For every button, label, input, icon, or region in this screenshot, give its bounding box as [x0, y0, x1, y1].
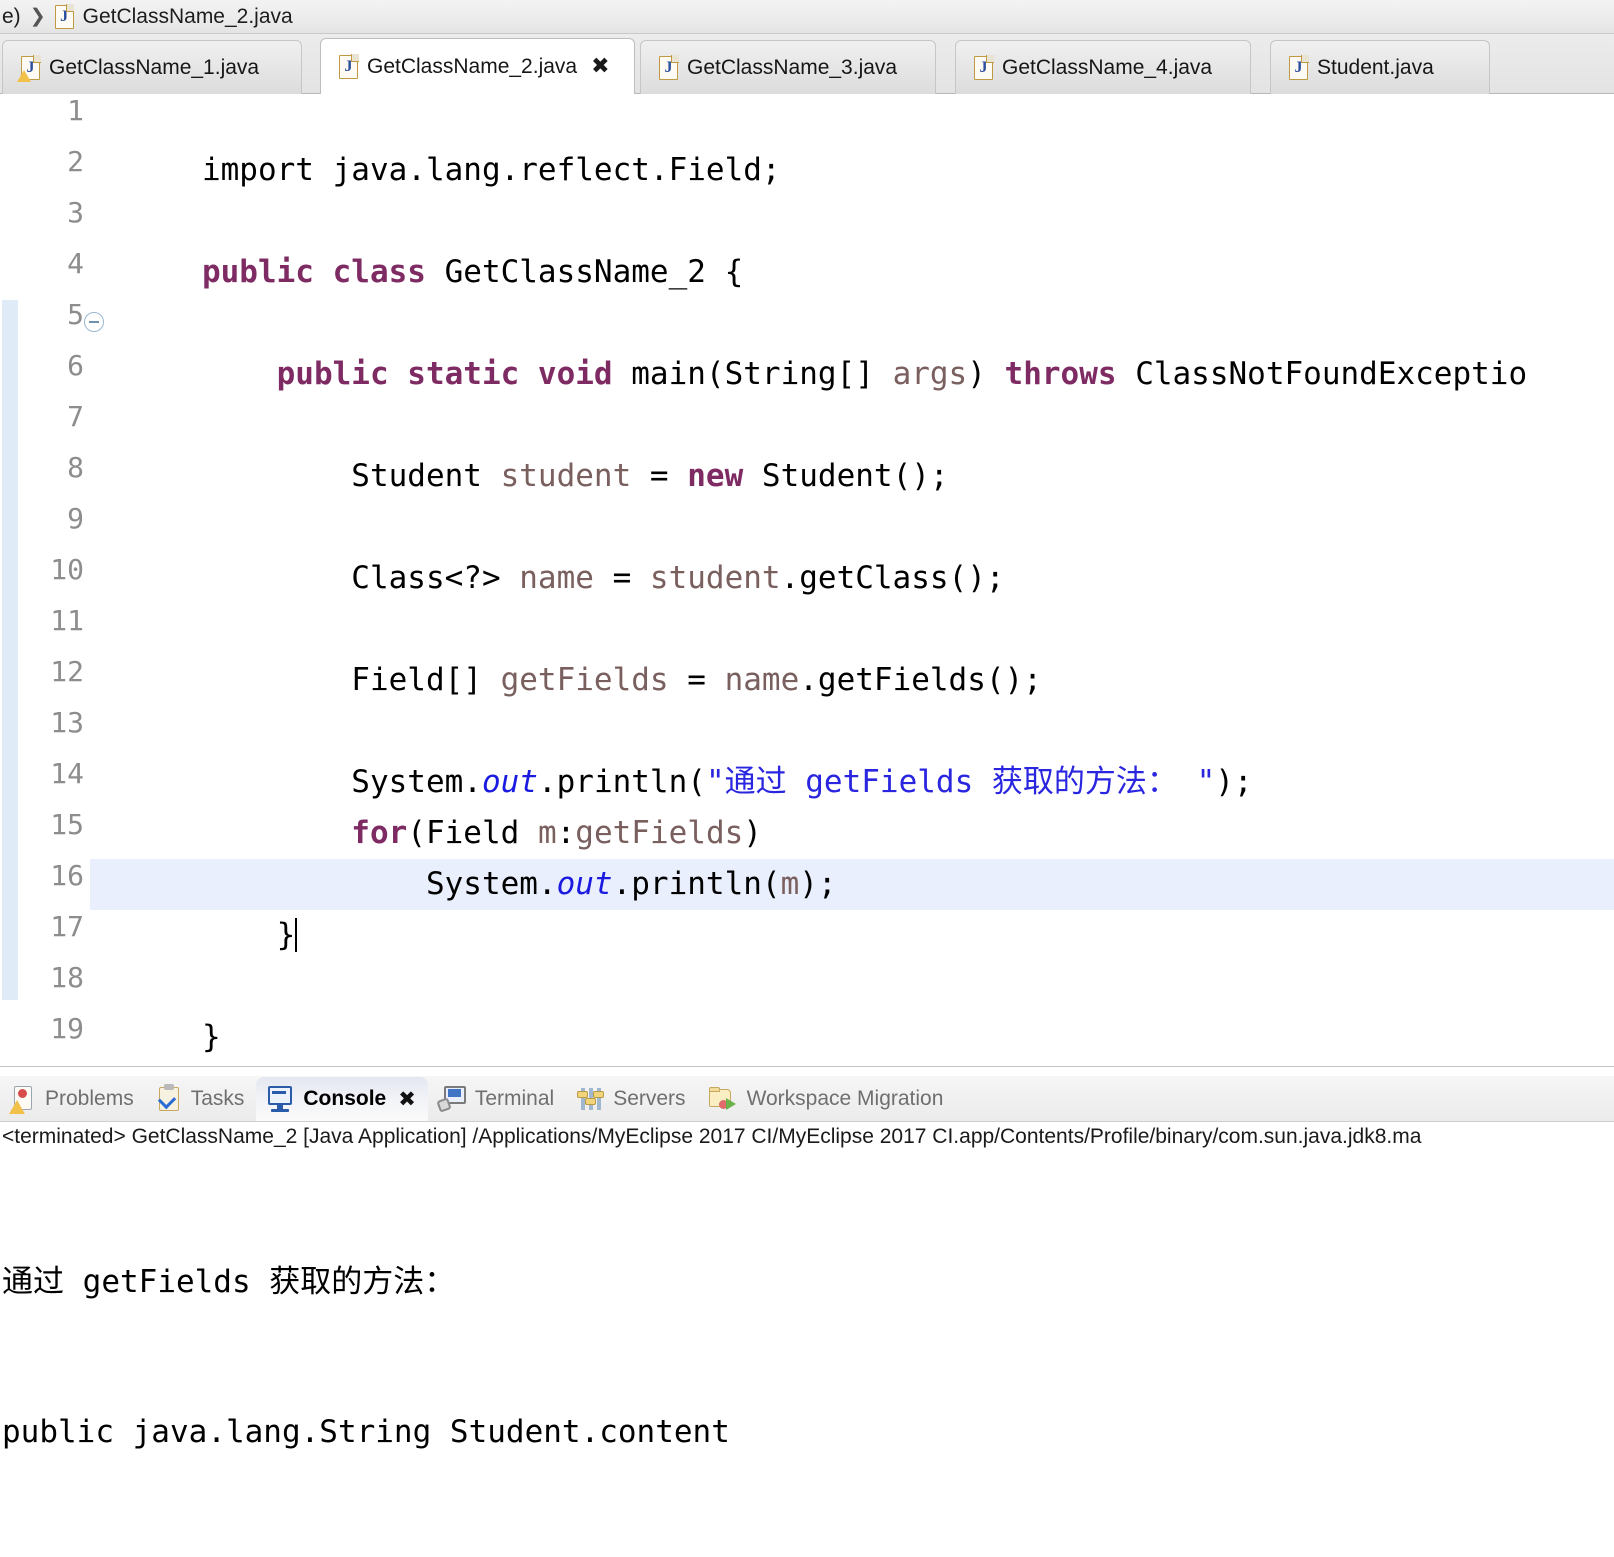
code-line-7[interactable]: Student student = new Student(); — [90, 400, 1614, 494]
editor-tab-student[interactable]: Student.java — [1270, 40, 1490, 94]
code-line-5[interactable]: public static void main(String[] args) t… — [90, 298, 1614, 392]
java-file-icon — [54, 3, 75, 29]
tab-label: Problems — [45, 1086, 134, 1110]
line-number: 6 — [67, 349, 84, 382]
editor-tab-label: Student.java — [1317, 55, 1434, 79]
tab-servers[interactable]: Servers — [566, 1077, 697, 1121]
problems-icon — [9, 1085, 36, 1114]
tab-label: Workspace Migration — [746, 1086, 944, 1110]
annotation-ruler[interactable] — [0, 94, 20, 1066]
code-text-area[interactable]: import java.lang.reflect.Field; public c… — [90, 94, 1614, 1066]
java-file-warning-icon — [17, 54, 41, 82]
code-line-16[interactable]: } — [90, 859, 1614, 953]
line-number: 4 — [67, 247, 84, 280]
java-file-icon — [659, 54, 679, 80]
tab-console[interactable]: Console ✖ — [256, 1076, 428, 1121]
line-number: 3 — [67, 196, 84, 229]
line-number: 15 — [50, 808, 84, 841]
line-number: 8 — [67, 451, 84, 484]
code-line-15[interactable]: System.out.println(m); — [90, 808, 1614, 902]
console-tab-strip: Problems Tasks Console ✖ Terminal Server… — [0, 1076, 1614, 1122]
tab-label: Terminal — [474, 1086, 555, 1110]
editor-tab-strip: GetClassName_1.java GetClassName_2.java … — [0, 34, 1614, 95]
line-number: 19 — [50, 1012, 84, 1045]
code-line-19[interactable] — [90, 1012, 1614, 1063]
line-number: 1 — [67, 94, 84, 127]
line-number: 12 — [50, 655, 84, 688]
code-line-12[interactable] — [90, 655, 1614, 706]
console-icon — [266, 1085, 294, 1112]
line-number-gutter: 1 2 3 4 5 6 7 8 9 10 11 12 13 14 15 16 1… — [20, 94, 104, 1066]
line-number: 10 — [50, 553, 84, 586]
editor-tab-label: GetClassName_4.java — [1002, 55, 1213, 79]
tab-workspace-migration[interactable]: Workspace Migration — [698, 1077, 956, 1121]
console-output-line: public java.lang.String Student.content — [2, 1414, 730, 1450]
code-line-8[interactable] — [90, 451, 1614, 502]
terminal-icon — [436, 1085, 466, 1113]
line-number: 18 — [50, 961, 84, 994]
tab-tasks[interactable]: Tasks — [146, 1077, 257, 1121]
code-line-1[interactable]: import java.lang.reflect.Field; — [90, 94, 1614, 188]
servers-icon — [576, 1086, 605, 1112]
breadcrumb-chevron-icon: ❯ — [29, 6, 46, 27]
line-number: 2 — [67, 145, 84, 178]
java-file-icon — [1289, 54, 1309, 80]
editor-tab-getclassname-4[interactable]: GetClassName_4.java — [955, 40, 1251, 94]
code-line-17[interactable] — [90, 910, 1614, 961]
tab-terminal[interactable]: Terminal — [428, 1077, 566, 1121]
editor-tab-getclassname-3[interactable]: GetClassName_3.java — [640, 40, 936, 94]
line-number: 5 — [67, 298, 84, 331]
close-icon[interactable]: ✖ — [398, 1087, 416, 1111]
line-number: 7 — [67, 400, 84, 433]
line-number: 17 — [50, 910, 84, 943]
breadcrumb: e) ❯ GetClassName_2.java — [0, 0, 1614, 34]
breadcrumb-prefix[interactable]: e) — [2, 5, 21, 29]
line-number: 9 — [67, 502, 84, 535]
code-line-3[interactable]: public class GetClassName_2 { — [90, 196, 1614, 290]
java-file-icon — [339, 54, 359, 79]
code-line-4[interactable] — [90, 247, 1614, 298]
workspace-migration-icon — [708, 1086, 738, 1112]
console-output-line: 通过 getFields 获取的方法： — [2, 1264, 456, 1300]
line-number: 11 — [50, 604, 84, 637]
editor-tab-getclassname-2[interactable]: GetClassName_2.java ✖ — [320, 38, 635, 95]
editor-tab-getclassname-1[interactable]: GetClassName_1.java — [2, 40, 302, 94]
editor-tab-label: GetClassName_3.java — [687, 55, 898, 79]
console-launch-config-line: <terminated> GetClassName_2 [Java Applic… — [2, 1125, 1422, 1148]
code-line-9[interactable]: Class<?> name = student.getClass(); — [90, 502, 1614, 596]
java-file-icon — [974, 54, 994, 80]
console-panel: Problems Tasks Console ✖ Terminal Server… — [0, 1066, 1614, 1450]
console-output[interactable]: 通过 getFields 获取的方法： public java.lang.Str… — [2, 1157, 1614, 1450]
line-number: 14 — [50, 757, 84, 790]
code-line-10[interactable] — [90, 553, 1614, 604]
editor-tab-label: GetClassName_2.java — [367, 55, 578, 78]
breadcrumb-file[interactable]: GetClassName_2.java — [83, 5, 293, 29]
code-line-6[interactable] — [90, 349, 1614, 400]
code-line-18[interactable]: } — [90, 961, 1614, 1055]
tab-label: Servers — [613, 1086, 686, 1110]
code-line-14[interactable]: for(Field m:getFields) — [90, 757, 1614, 851]
tab-label: Tasks — [190, 1086, 245, 1110]
tab-problems[interactable]: Problems — [0, 1077, 146, 1121]
code-line-11[interactable]: Field[] getFields = name.getFields(); — [90, 604, 1614, 698]
change-bar — [2, 300, 18, 1000]
tasks-icon — [156, 1083, 182, 1113]
close-icon[interactable]: ✖ — [591, 56, 609, 78]
editor-tab-label: GetClassName_1.java — [49, 55, 260, 79]
code-line-13[interactable]: System.out.println("通过 getFields 获取的方法： … — [90, 706, 1614, 800]
code-line-2[interactable] — [90, 145, 1614, 196]
code-editor[interactable]: 1 2 3 4 5 6 7 8 9 10 11 12 13 14 15 16 1… — [0, 94, 1614, 1066]
line-number: 16 — [50, 859, 84, 892]
tab-label: Console — [303, 1086, 387, 1110]
line-number: 13 — [50, 706, 84, 739]
